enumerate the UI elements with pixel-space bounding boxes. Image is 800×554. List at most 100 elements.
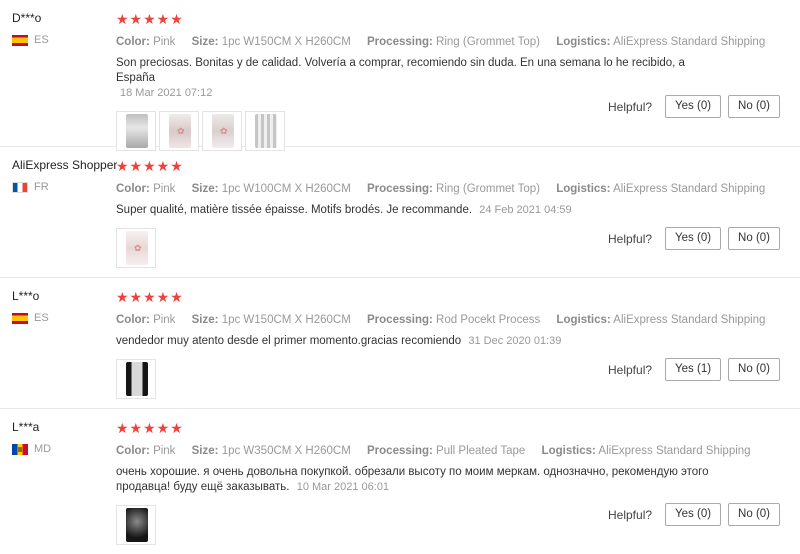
size-label: Size:: [191, 314, 219, 326]
france-flag-icon: [12, 181, 28, 193]
helpful-label: Helpful?: [608, 362, 653, 377]
color-label: Color:: [116, 36, 150, 48]
review-photo-thumbnail[interactable]: ✿: [202, 111, 242, 151]
review-text: vendedor muy atento desde el primer mome…: [116, 335, 462, 347]
logistics-label: Logistics:: [556, 314, 611, 326]
helpful-no-button[interactable]: No (0): [728, 227, 780, 250]
review-date: 24 Feb 2021 04:59: [479, 204, 572, 216]
processing-label: Processing:: [367, 314, 433, 326]
review-date: 31 Dec 2020 01:39: [468, 335, 562, 347]
star-rating: ★★★★★: [116, 289, 184, 305]
logistics-value: AliExpress Standard Shipping: [613, 314, 766, 326]
reviewer-country: MD: [12, 443, 112, 455]
helpful-yes-button[interactable]: Yes (0): [665, 503, 722, 526]
helpful-yes-button[interactable]: Yes (0): [665, 95, 722, 118]
color-label: Color:: [116, 314, 150, 326]
size-label: Size:: [191, 36, 219, 48]
country-code: ES: [34, 34, 49, 46]
review-body: ★★★★★ Color: Pink Size: 1pc W100CM X H26…: [116, 158, 765, 268]
helpful-no-button[interactable]: No (0): [728, 358, 780, 381]
reviewer-name: AliExpress Shopper: [12, 158, 118, 172]
reviewer-country: ES: [12, 34, 112, 46]
order-attributes: Color: Pink Size: 1pc W150CM X H260CM Pr…: [116, 314, 765, 326]
review-photo-thumbnail[interactable]: [116, 111, 156, 151]
reviewer-info: L***a MD: [12, 420, 112, 455]
color-value: Pink: [153, 36, 176, 48]
review-item: D***o ES ★★★★★ Color: Pink Size: 1pc W15…: [0, 0, 800, 151]
processing-value: Rod Pocekt Process: [436, 314, 541, 326]
logistics-value: AliExpress Standard Shipping: [613, 183, 766, 195]
logistics-label: Logistics:: [556, 183, 611, 195]
reviewer-country: ES: [12, 312, 112, 324]
reviewer-country: FR: [12, 181, 112, 193]
review-photo-thumbnail[interactable]: [116, 505, 156, 545]
reviewer-info: AliExpress Shopper FR: [12, 158, 118, 193]
helpful-yes-button[interactable]: Yes (0): [665, 227, 722, 250]
processing-label: Processing:: [367, 183, 433, 195]
color-label: Color:: [116, 183, 150, 195]
review-text: Super qualité, matière tissée épaisse. M…: [116, 204, 473, 216]
processing-value: Pull Pleated Tape: [436, 445, 526, 457]
country-code: FR: [34, 181, 49, 193]
helpful-label: Helpful?: [608, 99, 653, 114]
size-value: 1pc W150CM X H260CM: [221, 314, 351, 326]
order-attributes: Color: Pink Size: 1pc W150CM X H260CM Pr…: [116, 36, 765, 48]
order-attributes: Color: Pink Size: 1pc W100CM X H260CM Pr…: [116, 183, 765, 195]
review-list: D***o ES ★★★★★ Color: Pink Size: 1pc W15…: [0, 0, 800, 554]
review-text-block: Super qualité, matière tissée épaisse. M…: [116, 203, 716, 218]
order-attributes: Color: Pink Size: 1pc W350CM X H260CM Pr…: [116, 445, 751, 457]
helpful-no-button[interactable]: No (0): [728, 503, 780, 526]
review-text: Son preciosas. Bonitas y de calidad. Vol…: [116, 57, 685, 84]
color-value: Pink: [153, 314, 176, 326]
country-code: MD: [34, 443, 52, 455]
review-body: ★★★★★ Color: Pink Size: 1pc W150CM X H26…: [116, 11, 765, 151]
star-rating: ★★★★★: [116, 420, 184, 436]
color-value: Pink: [153, 183, 176, 195]
review-item: L***a MD ★★★★★ Color: Pink Size: 1pc W35…: [0, 409, 800, 554]
processing-value: Ring (Grommet Top): [436, 36, 540, 48]
processing-label: Processing:: [367, 36, 433, 48]
logistics-label: Logistics:: [541, 445, 596, 457]
star-rating: ★★★★★: [116, 158, 184, 174]
review-text-block: vendedor muy atento desde el primer mome…: [116, 334, 716, 349]
review-item: L***o ES ★★★★★ Color: Pink Size: 1pc W15…: [0, 278, 800, 409]
review-date: 10 Mar 2021 06:01: [296, 481, 390, 493]
processing-value: Ring (Grommet Top): [436, 183, 540, 195]
logistics-label: Logistics:: [556, 36, 611, 48]
moldova-flag-icon: [12, 443, 28, 455]
review-text: очень хорошие. я очень довольна покупкой…: [116, 466, 709, 493]
processing-label: Processing:: [367, 445, 433, 457]
reviewer-info: D***o ES: [12, 11, 112, 46]
helpful-label: Helpful?: [608, 507, 653, 522]
country-code: ES: [34, 312, 49, 324]
size-value: 1pc W150CM X H260CM: [221, 36, 351, 48]
review-body: ★★★★★ Color: Pink Size: 1pc W350CM X H26…: [116, 420, 751, 545]
review-photo-thumbnail[interactable]: ✿: [116, 228, 156, 268]
helpful-vote: Helpful? Yes (0) No (0): [608, 503, 780, 526]
size-label: Size:: [191, 183, 219, 195]
helpful-yes-button[interactable]: Yes (1): [665, 358, 722, 381]
review-body: ★★★★★ Color: Pink Size: 1pc W150CM X H26…: [116, 289, 765, 399]
helpful-vote: Helpful? Yes (1) No (0): [608, 358, 780, 381]
reviewer-name: L***a: [12, 420, 40, 434]
star-rating: ★★★★★: [116, 11, 184, 27]
review-photo-thumbnail[interactable]: ✿: [159, 111, 199, 151]
review-photo-thumbnail[interactable]: [245, 111, 285, 151]
color-value: Pink: [153, 445, 176, 457]
helpful-label: Helpful?: [608, 231, 653, 246]
helpful-no-button[interactable]: No (0): [728, 95, 780, 118]
spain-flag-icon: [12, 34, 28, 46]
logistics-value: AliExpress Standard Shipping: [613, 36, 766, 48]
review-photo-thumbnail[interactable]: [116, 359, 156, 399]
spain-flag-icon: [12, 312, 28, 324]
helpful-vote: Helpful? Yes (0) No (0): [608, 95, 780, 118]
size-label: Size:: [191, 445, 219, 457]
reviewer-name: D***o: [12, 11, 42, 25]
reviewer-name: L***o: [12, 289, 40, 303]
review-text-block: очень хорошие. я очень довольна покупкой…: [116, 465, 716, 495]
review-item: AliExpress Shopper FR ★★★★★ Color: Pink …: [0, 147, 800, 278]
size-value: 1pc W100CM X H260CM: [221, 183, 351, 195]
reviewer-info: L***o ES: [12, 289, 112, 324]
logistics-value: AliExpress Standard Shipping: [598, 445, 751, 457]
size-value: 1pc W350CM X H260CM: [221, 445, 351, 457]
